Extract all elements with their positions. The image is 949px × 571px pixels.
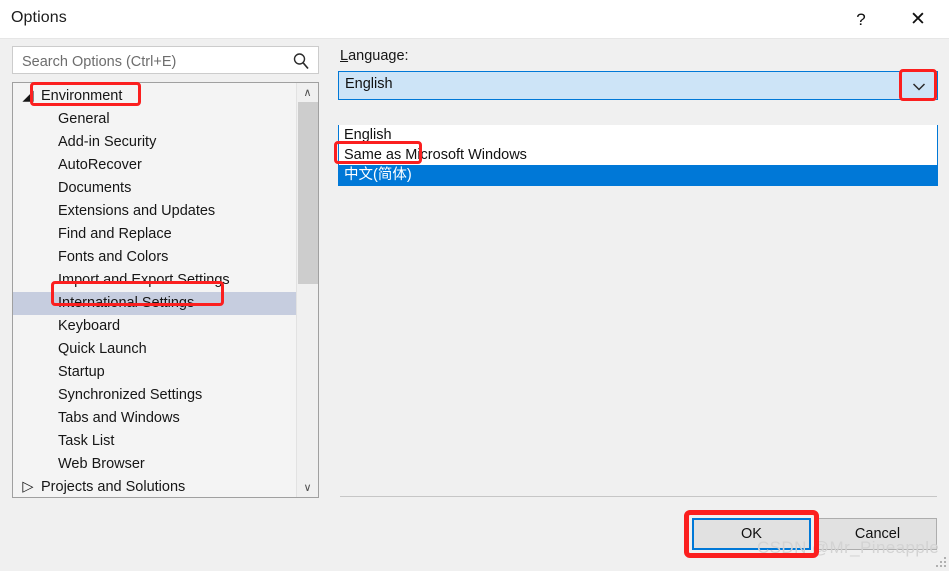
- tree-item-keyboard[interactable]: Keyboard: [13, 315, 296, 338]
- tree-item-quick-launch[interactable]: Quick Launch: [13, 338, 296, 361]
- close-button[interactable]: ✕: [895, 0, 941, 38]
- tree-item-fonts-and-colors[interactable]: Fonts and Colors: [13, 246, 296, 269]
- language-label-rest: anguage:: [348, 48, 409, 64]
- tree-item-label: Synchronized Settings: [58, 387, 203, 403]
- search-box[interactable]: [12, 46, 319, 74]
- scrollbar-thumb[interactable]: [298, 102, 318, 284]
- tree-item-autorecover[interactable]: AutoRecover: [13, 154, 296, 177]
- help-button[interactable]: ?: [838, 0, 884, 38]
- tree-item-international-settings[interactable]: International Settings: [13, 292, 296, 315]
- tree-item-import-and-export-settings[interactable]: Import and Export Settings: [13, 269, 296, 292]
- tree-item-label: Add-in Security: [58, 134, 157, 150]
- tree-item-label: Keyboard: [58, 318, 121, 334]
- language-label-accel: L: [340, 48, 349, 64]
- triangle-down-icon[interactable]: ◢: [21, 85, 35, 108]
- tree-item-label: Task List: [58, 433, 115, 449]
- tree-item-label: Import and Export Settings: [58, 272, 230, 288]
- search-icon: [291, 51, 311, 71]
- question-mark-icon: ?: [856, 9, 866, 29]
- tree-item-label: General: [58, 111, 110, 127]
- tree-item-synchronized-settings[interactable]: Synchronized Settings: [13, 384, 296, 407]
- tree-item-label: Fonts and Colors: [58, 249, 169, 265]
- tree-item-label: International Settings: [58, 295, 195, 311]
- tree-item-documents[interactable]: Documents: [13, 177, 296, 200]
- tree-item-tabs-and-windows[interactable]: Tabs and Windows: [13, 407, 296, 430]
- tree-item-startup[interactable]: Startup: [13, 361, 296, 384]
- language-dropdown-list[interactable]: English Same as Microsoft Windows 中文(简体): [338, 125, 938, 186]
- tree-item-label: Quick Launch: [58, 341, 147, 357]
- tree-item-label: AutoRecover: [58, 157, 142, 173]
- footer-divider: [340, 496, 937, 497]
- options-tree[interactable]: ◢ Environment General Add-in Security AutoRe…: [12, 82, 319, 498]
- cancel-button[interactable]: Cancel: [818, 518, 937, 550]
- tree-list: ◢ Environment General Add-in Security AutoRe…: [13, 85, 296, 497]
- tree-item-label: Projects and Solutions: [41, 479, 186, 495]
- resize-grip[interactable]: [934, 555, 946, 567]
- language-combobox-value: English: [345, 76, 393, 92]
- language-label: Language:: [340, 48, 409, 64]
- tree-item-general[interactable]: General: [13, 108, 296, 131]
- close-icon: ✕: [910, 8, 926, 30]
- title-bar: Options ? ✕: [0, 0, 949, 39]
- tree-scrollbar[interactable]: ∧ ∨: [296, 83, 318, 497]
- ok-button[interactable]: OK: [692, 518, 811, 550]
- tree-item-label: Find and Replace: [58, 226, 172, 242]
- dropdown-option[interactable]: 中文(简体): [339, 165, 937, 185]
- window-title: Options: [11, 9, 67, 26]
- search-input[interactable]: [20, 51, 282, 73]
- tree-item-label: Web Browser: [58, 456, 145, 472]
- settings-panel: Language: English English Same as Microso…: [338, 46, 938, 498]
- triangle-right-icon[interactable]: ▷: [21, 476, 35, 497]
- tree-item-label: Extensions and Updates: [58, 203, 216, 219]
- tree-item-environment[interactable]: ◢ Environment: [13, 85, 296, 108]
- chevron-down-icon[interactable]: [902, 73, 936, 100]
- language-combobox-wrapper: English English Same as Microsoft Windows…: [338, 71, 938, 186]
- scroll-up-icon[interactable]: ∧: [297, 83, 318, 102]
- tree-item-web-browser[interactable]: Web Browser: [13, 453, 296, 476]
- dropdown-option[interactable]: Same as Microsoft Windows: [339, 145, 937, 165]
- dropdown-option[interactable]: English: [339, 125, 937, 145]
- tree-item-label: Startup: [58, 364, 105, 380]
- scroll-down-icon[interactable]: ∨: [297, 478, 318, 497]
- tree-item-label: Documents: [58, 180, 132, 196]
- tree-item-projects-and-solutions[interactable]: ▷ Projects and Solutions: [13, 476, 296, 497]
- language-combobox[interactable]: English: [338, 71, 938, 100]
- tree-item-task-list[interactable]: Task List: [13, 430, 296, 453]
- tree-item-add-in-security[interactable]: Add-in Security: [13, 131, 296, 154]
- tree-item-extensions-and-updates[interactable]: Extensions and Updates: [13, 200, 296, 223]
- tree-item-find-and-replace[interactable]: Find and Replace: [13, 223, 296, 246]
- tree-item-label: Tabs and Windows: [58, 410, 180, 426]
